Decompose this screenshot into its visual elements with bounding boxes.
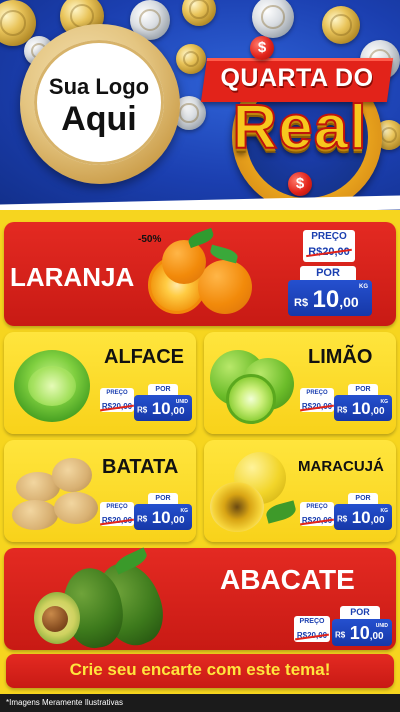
preco-label: PREÇO — [306, 390, 328, 396]
original-price-box: PREÇO R$20,00 — [303, 230, 355, 262]
price-unit: KG — [180, 508, 189, 514]
price-unit: KG — [359, 284, 368, 290]
currency-label: R$ — [137, 405, 148, 415]
current-price-box: R$ 10,00 KG — [334, 395, 392, 421]
original-price-box: PREÇO R$20,00 — [100, 388, 134, 412]
preco-label: PREÇO — [106, 390, 128, 396]
currency-label: R$ — [137, 514, 148, 524]
price-cents: ,00 — [370, 406, 385, 417]
original-price-box: PREÇO R$20,00 — [100, 502, 134, 526]
old-price: R$20,00 — [101, 402, 133, 411]
current-price-box: R$ 10,00 KG — [288, 280, 372, 316]
coin-decoration — [252, 0, 294, 38]
original-price-box: PREÇO R$20,00 — [300, 388, 334, 412]
coin-decoration — [176, 44, 206, 74]
preco-label: PREÇO — [306, 504, 328, 510]
orange-illustration — [140, 227, 260, 324]
product-name: ALFACE — [104, 346, 184, 368]
logo-text-line1: Sua Logo — [48, 74, 150, 99]
current-price-box: R$ 10,00 UNID — [134, 395, 192, 421]
price-cents: ,00 — [339, 294, 359, 310]
product-name: MARACUJÁ — [298, 458, 384, 475]
price-integer: 10 — [351, 399, 371, 418]
old-price: R$20,00 — [296, 631, 328, 640]
price-integer: 10 — [312, 286, 340, 313]
cta-text: Crie seu encarte com este tema! — [69, 660, 331, 679]
avocado-illustration — [30, 547, 180, 655]
disclaimer-text: *Imagens Meramente Ilustrativas — [6, 698, 123, 707]
price-integer: 10 — [349, 623, 370, 643]
preco-label: PREÇO — [299, 618, 325, 625]
price-cents: ,00 — [170, 406, 185, 417]
currency-label: R$ — [294, 296, 309, 309]
potato-illustration — [10, 452, 100, 536]
preco-label: PREÇO — [106, 504, 128, 510]
por-label: POR — [348, 493, 378, 504]
original-price-box: PREÇO R$20,00 — [300, 502, 334, 526]
current-price-box: R$ 10,00 KG — [334, 504, 392, 530]
price-unit: KG — [380, 508, 389, 514]
old-price: R$20,00 — [101, 516, 133, 525]
lime-illustration — [208, 344, 300, 428]
coin-decoration — [182, 0, 216, 26]
price-unit: KG — [380, 399, 389, 405]
old-price: R$20,00 — [308, 246, 350, 258]
logo-text-line2: Aqui — [61, 100, 137, 138]
por-label: POR — [348, 384, 378, 395]
preco-label: PREÇO — [311, 231, 347, 242]
price-unit: UNID — [375, 623, 388, 629]
por-label: POR — [340, 606, 380, 619]
current-price-box: R$ 10,00 UNID — [332, 619, 392, 646]
old-price: R$20,00 — [301, 516, 333, 525]
price-integer: 10 — [351, 508, 371, 527]
coin-decoration — [322, 6, 360, 44]
product-name: LIMÃO — [308, 346, 373, 368]
dollar-coin-icon: $ — [288, 172, 312, 196]
price-cents: ,00 — [170, 515, 185, 526]
por-label: POR — [148, 493, 178, 504]
por-label: POR — [148, 384, 178, 395]
old-price: R$20,00 — [301, 402, 333, 411]
por-label: POR — [300, 266, 356, 280]
currency-label: R$ — [337, 514, 348, 524]
campaign-title-line1: QUARTA DO — [220, 64, 374, 92]
original-price-box: PREÇO R$20,00 — [294, 616, 330, 642]
currency-label: R$ — [337, 405, 348, 415]
price-cents: ,00 — [370, 515, 385, 526]
campaign-title-line2: Real — [232, 92, 368, 163]
price-cents: ,00 — [369, 631, 384, 642]
product-name: ABACATE — [220, 564, 355, 595]
passion-fruit-illustration — [208, 448, 300, 536]
product-name: BATATA — [102, 456, 179, 478]
lettuce-illustration — [10, 342, 96, 428]
price-integer: 10 — [151, 399, 171, 418]
currency-label: R$ — [335, 630, 346, 640]
header-divider-stripe — [0, 210, 400, 222]
price-unit: UNID — [175, 399, 188, 405]
product-name: LARANJA — [10, 262, 135, 292]
dollar-coin-icon: $ — [250, 36, 274, 60]
current-price-box: R$ 10,00 KG — [134, 504, 192, 530]
price-integer: 10 — [151, 508, 171, 527]
